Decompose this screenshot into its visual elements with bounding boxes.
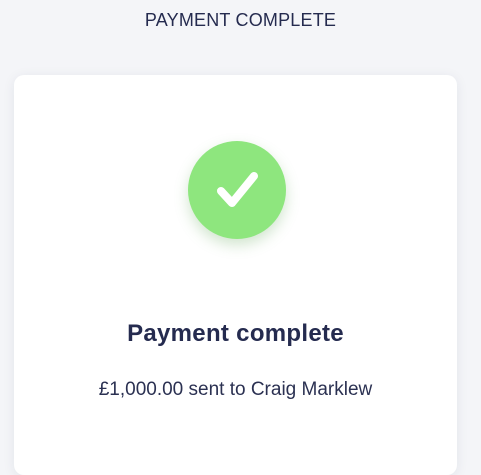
page-title: PAYMENT COMPLETE — [144, 10, 337, 30]
payment-confirmation-card: Payment complete £1,000.00 sent to Craig… — [14, 75, 457, 475]
check-icon — [217, 172, 258, 207]
payment-status-detail: £1,000.00 sent to Craig Marklew — [98, 379, 373, 400]
success-badge — [188, 141, 286, 239]
payment-status-title: Payment complete — [127, 320, 344, 347]
